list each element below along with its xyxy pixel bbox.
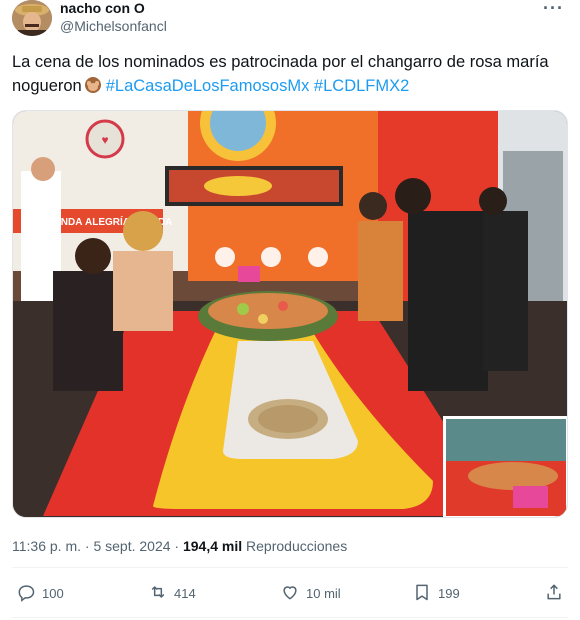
divider [12, 567, 568, 568]
author-handle[interactable]: @Michelsonfancl [60, 17, 167, 35]
tweet-header: nacho con O @Michelsonfancl ··· [12, 0, 568, 40]
like-icon [280, 582, 300, 605]
author-display-name[interactable]: nacho con O [60, 0, 167, 17]
meta-separator: · [84, 538, 90, 554]
divider [12, 617, 568, 618]
share-button[interactable] [544, 582, 564, 605]
meta-separator: · [174, 538, 180, 554]
see-no-evil-monkey-icon [84, 76, 102, 94]
share-icon [544, 582, 564, 605]
tweet-text: La cena de los nominados es patrocinada … [12, 50, 568, 98]
tweet-date[interactable]: 5 sept. 2024 [93, 538, 170, 554]
more-icon[interactable]: ··· [543, 0, 564, 19]
reply-count: 100 [42, 586, 64, 601]
repost-count: 414 [174, 586, 196, 601]
svg-text:♥: ♥ [101, 133, 108, 147]
hashtag-lcdlfmx2[interactable]: #LCDLFMX2 [314, 77, 409, 95]
repost-icon [148, 582, 168, 605]
reply-icon [16, 582, 36, 605]
bookmark-button[interactable]: 199 [412, 582, 460, 605]
like-button[interactable]: 10 mil [280, 582, 341, 605]
repost-button[interactable]: 414 [148, 582, 196, 605]
bookmark-count: 199 [438, 586, 460, 601]
avatar[interactable] [12, 0, 52, 36]
views-count: 194,4 mil [182, 538, 243, 554]
tweet-actions: 100 414 10 mil 199 [12, 578, 568, 612]
bookmark-icon [412, 582, 432, 605]
views-label: Reproducciones [246, 538, 348, 554]
hashtag-lacasadelosfamososmx[interactable]: #LaCasaDeLosFamososMx [106, 77, 310, 95]
tweet-media-image[interactable]: ♥ ONDA ALEGRÍA TU VIDA [12, 110, 568, 518]
reply-button[interactable]: 100 [16, 582, 64, 605]
tweet-time[interactable]: 11:36 p. m. [12, 538, 81, 554]
like-count: 10 mil [306, 586, 341, 601]
tweet-meta: 11:36 p. m. · 5 sept. 2024 · 194,4 mil R… [12, 537, 347, 555]
